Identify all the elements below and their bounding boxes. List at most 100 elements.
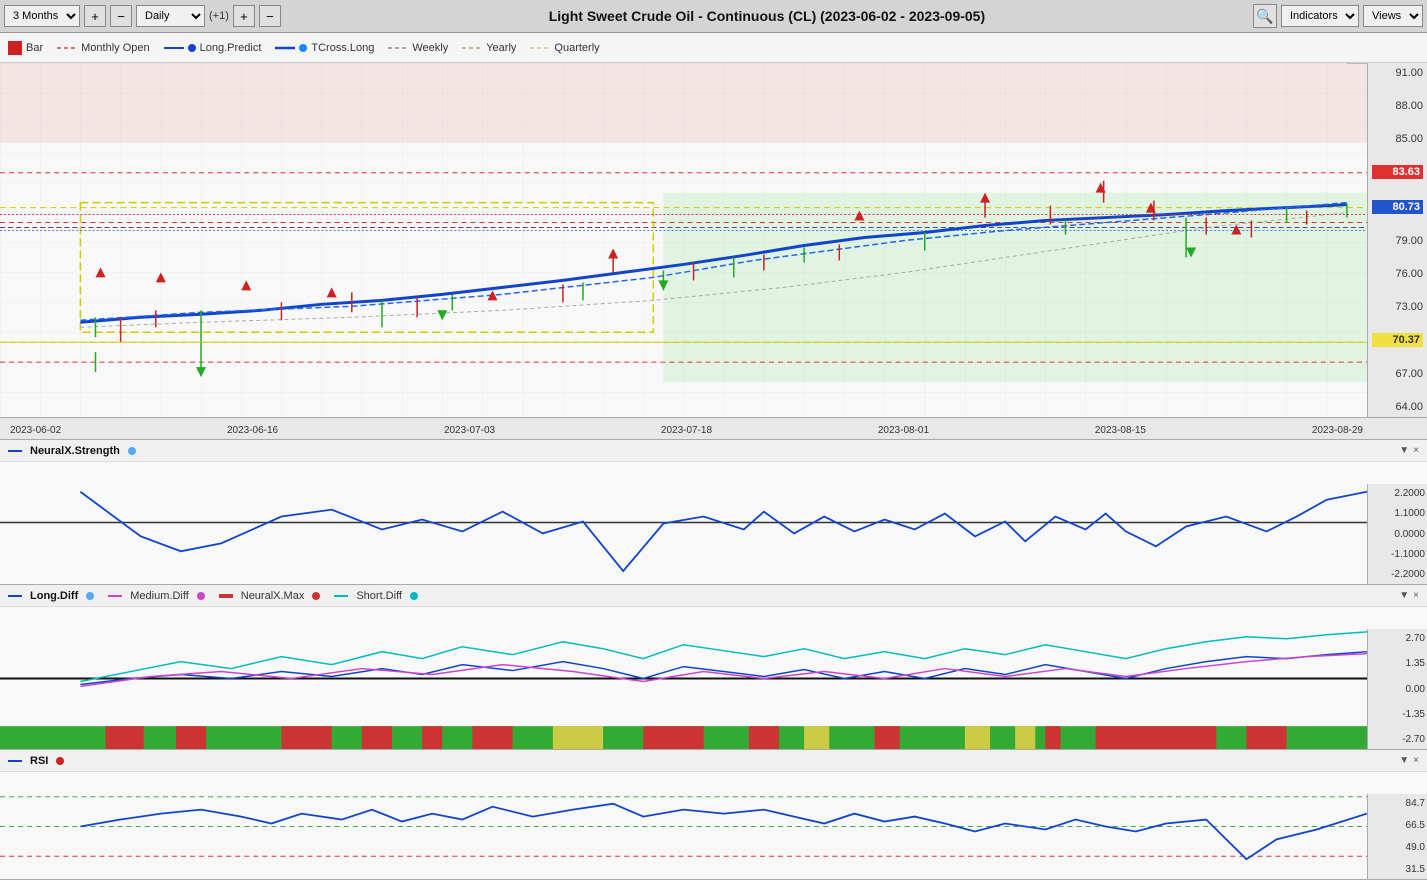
- views-select[interactable]: Views: [1363, 5, 1423, 27]
- price-85: 85.00: [1372, 133, 1423, 145]
- diff-close-button[interactable]: ×: [1413, 590, 1419, 601]
- search-button[interactable]: 🔍: [1253, 4, 1277, 28]
- legend-quarterly: Quarterly: [530, 42, 599, 54]
- plus1-label: (+1): [209, 10, 229, 22]
- period-add-button[interactable]: +: [84, 5, 106, 27]
- dy-n135: -1.35: [1370, 709, 1425, 720]
- rsi-line-icon: [8, 757, 22, 765]
- ny-1100: 1.1000: [1370, 508, 1425, 519]
- long-predict-dot: [188, 44, 196, 52]
- legend-yearly: Yearly: [462, 42, 516, 54]
- date-axis: 2023-06-02 2023-06-16 2023-07-03 2023-07…: [0, 418, 1427, 440]
- tcross-long-label: TCross.Long: [311, 42, 374, 54]
- diff-svg: [0, 607, 1367, 749]
- period-select[interactable]: 3 Months 1 Day1 Week1 Month 6 Months1 Ye…: [4, 5, 80, 27]
- price-axis: 91.00 88.00 85.00 83.63 80.73 79.00 76.0…: [1367, 63, 1427, 417]
- rsi-y-axis: 84.7 66.5 49.0 31.5: [1367, 794, 1427, 879]
- bars-minus-button[interactable]: −: [259, 5, 281, 27]
- yearly-label: Yearly: [486, 42, 516, 54]
- price-88: 88.00: [1372, 100, 1423, 112]
- neuralx-dot: [128, 447, 136, 455]
- short-diff-line-icon: [334, 592, 348, 600]
- short-diff-label: Short.Diff: [356, 590, 402, 602]
- neuralx-line-icon: [8, 447, 22, 455]
- neuralx-chart-area: 2.2000 1.1000 0.0000 -1.1000 -2.2000: [0, 462, 1427, 584]
- chart-title: Light Sweet Crude Oil - Continuous (CL) …: [285, 8, 1249, 24]
- timeframe-select[interactable]: DailyWeeklyMonthly: [136, 5, 205, 27]
- price-79: 79.00: [1372, 235, 1423, 247]
- ry-847: 84.7: [1370, 798, 1425, 809]
- diff-chart-area: 2.70 1.35 0.00 -1.35 -2.70: [0, 607, 1427, 749]
- ny-0000: 0.0000: [1370, 529, 1425, 540]
- rsi-dot: [56, 757, 64, 765]
- price-80-highlight: 80.73: [1372, 200, 1423, 214]
- neuralx-max-line-icon: [219, 592, 233, 600]
- dy-135: 1.35: [1370, 658, 1425, 669]
- neuralx-svg: [0, 462, 1367, 584]
- price-67: 67.00: [1372, 368, 1423, 380]
- medium-diff-dot: [197, 592, 205, 600]
- legend-weekly: Weekly: [388, 42, 448, 54]
- period-minus-button[interactable]: −: [110, 5, 132, 27]
- price-64: 64.00: [1372, 401, 1423, 413]
- rsi-header: RSI ▼ ×: [0, 750, 1427, 772]
- legend-tcross-long: TCross.Long: [275, 42, 374, 54]
- legend-long-predict: Long.Predict: [164, 42, 262, 54]
- dy-270: 2.70: [1370, 633, 1425, 644]
- diff-header: Long.Diff Medium.Diff NeuralX.Max Short.…: [0, 585, 1427, 607]
- neuralx-header: NeuralX.Strength ▼ ×: [0, 440, 1427, 462]
- legend-bar-item: Bar: [8, 41, 43, 55]
- main-chart: 91.00 88.00 85.00 83.63 80.73 79.00 76.0…: [0, 63, 1427, 418]
- neuralx-max-label: NeuralX.Max: [241, 590, 305, 602]
- diff-panel: Long.Diff Medium.Diff NeuralX.Max Short.…: [0, 585, 1427, 750]
- rsi-close-button[interactable]: ×: [1413, 755, 1419, 766]
- price-70-highlight: 70.37: [1372, 333, 1423, 347]
- legend-bar: Bar Monthly Open Long.Predict TCross.Lon…: [0, 33, 1427, 63]
- quarterly-label: Quarterly: [554, 42, 599, 54]
- diff-y-axis: 2.70 1.35 0.00 -1.35 -2.70: [1367, 629, 1427, 749]
- long-diff-line-icon: [8, 592, 22, 600]
- dy-000: 0.00: [1370, 684, 1425, 695]
- short-diff-dot: [410, 592, 418, 600]
- bar-color-box: [8, 41, 22, 55]
- neuralx-title: NeuralX.Strength: [30, 445, 120, 457]
- date-7: 2023-08-29: [1312, 425, 1363, 436]
- medium-diff-label: Medium.Diff: [130, 590, 188, 602]
- diff-title: Long.Diff: [30, 590, 78, 602]
- main-chart-canvas: [0, 63, 1367, 417]
- tcross-long-dot: [299, 44, 307, 52]
- long-predict-label: Long.Predict: [200, 42, 262, 54]
- price-83-highlight: 83.63: [1372, 165, 1423, 179]
- bars-add-button[interactable]: +: [233, 5, 255, 27]
- diff-collapse-button[interactable]: ▼: [1399, 590, 1409, 601]
- ny-2200: 2.2000: [1370, 488, 1425, 499]
- long-diff-dot: [86, 592, 94, 600]
- neuralx-collapse-button[interactable]: ▼: [1399, 445, 1409, 456]
- diff-controls: ▼ ×: [1399, 590, 1419, 601]
- neuralx-close-button[interactable]: ×: [1413, 445, 1419, 456]
- price-73: 73.00: [1372, 301, 1423, 313]
- medium-diff-line-icon: [108, 592, 122, 600]
- weekly-label: Weekly: [412, 42, 448, 54]
- date-labels: 2023-06-02 2023-06-16 2023-07-03 2023-07…: [0, 422, 1367, 436]
- price-91: 91.00: [1372, 67, 1423, 79]
- indicators-select[interactable]: Indicators: [1281, 5, 1359, 27]
- dy-n270: -2.70: [1370, 734, 1425, 745]
- date-5: 2023-08-01: [878, 425, 929, 436]
- ny-n1100: -1.1000: [1370, 549, 1425, 560]
- ry-490: 49.0: [1370, 842, 1425, 853]
- main-chart-svg: [0, 63, 1367, 417]
- rsi-chart-area: 84.7 66.5 49.0 31.5: [0, 772, 1427, 879]
- toolbar-right: Indicators Views: [1281, 5, 1423, 27]
- date-6: 2023-08-15: [1095, 425, 1146, 436]
- rsi-svg: [0, 772, 1367, 879]
- neuralx-max-dot: [312, 592, 320, 600]
- rsi-controls: ▼ ×: [1399, 755, 1419, 766]
- neuralx-controls: ▼ ×: [1399, 445, 1419, 456]
- date-1: 2023-06-02: [10, 425, 61, 436]
- ry-665: 66.5: [1370, 820, 1425, 831]
- date-4: 2023-07-18: [661, 425, 712, 436]
- rsi-collapse-button[interactable]: ▼: [1399, 755, 1409, 766]
- monthly-open-label: Monthly Open: [81, 42, 149, 54]
- date-2: 2023-06-16: [227, 425, 278, 436]
